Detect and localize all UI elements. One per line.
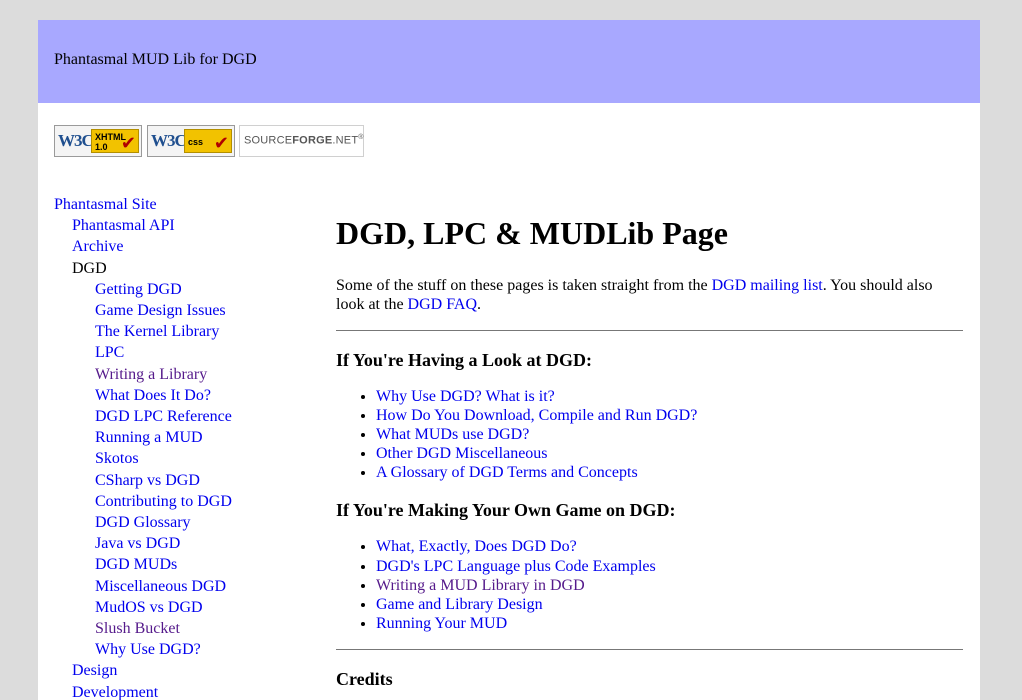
sidebar-item-phantasmal-site[interactable]: Phantasmal Site	[54, 194, 304, 215]
list-item: Why Use DGD? What is it?	[376, 387, 963, 406]
css-tag: css ✔	[184, 129, 232, 153]
checkmark-icon: ✔	[120, 133, 136, 153]
divider	[336, 648, 963, 650]
sidebar-item-archive[interactable]: Archive	[54, 236, 304, 257]
sidebar-item-contributing-to-dgd[interactable]: Contributing to DGD	[54, 491, 304, 512]
w3c-logo-icon: W3C	[151, 131, 187, 150]
sidebar-item-java-vs-dgd[interactable]: Java vs DGD	[54, 533, 304, 554]
page-title: DGD, LPC & MUDLib Page	[336, 215, 728, 251]
sidebar-item-what-does-it-do[interactable]: What Does It Do?	[54, 385, 304, 406]
sourceforge-logo: SOURCEFORGE.NET®	[244, 134, 364, 147]
sidebar-item-lpc[interactable]: LPC	[54, 342, 304, 363]
sf-part2: FORGE	[292, 134, 333, 147]
sidebar-item-mudos-vs-dgd[interactable]: MudOS vs DGD	[54, 597, 304, 618]
sidebar-item-dgd-glossary[interactable]: DGD Glossary	[54, 512, 304, 533]
intro-text: Some of the stuff on these pages is take…	[336, 277, 712, 294]
content-link-a-glossary-of-dgd-terms-and-concepts[interactable]: A Glossary of DGD Terms and Concepts	[376, 464, 638, 481]
list-item: Game and Library Design	[376, 595, 963, 614]
intro-paragraph: Some of the stuff on these pages is take…	[336, 276, 963, 314]
sidebar-nav: Phantasmal Site Phantasmal API Archive DGD G…	[54, 194, 304, 700]
sf-trademark: ®	[358, 134, 364, 141]
section-having-a-look: If You're Having a Look at DGD: Why Use …	[336, 349, 963, 482]
credits-heading: Credits	[336, 668, 393, 689]
list-item: A Glossary of DGD Terms and Concepts	[376, 463, 963, 482]
list-item: How Do You Download, Compile and Run DGD…	[376, 406, 963, 425]
page-container: Phantasmal MUD Lib for DGD W3C XHTML 1.0…	[38, 20, 980, 700]
sidebar-item-dgd-lpc-reference[interactable]: DGD LPC Reference	[54, 406, 304, 427]
link-list: Why Use DGD? What is it? How Do You Downl…	[336, 387, 963, 482]
sidebar-item-skotos[interactable]: Skotos	[54, 448, 304, 469]
content-link-running-your-mud[interactable]: Running Your MUD	[376, 615, 507, 632]
content-link-game-and-library-design[interactable]: Game and Library Design	[376, 596, 543, 613]
content-link-other-dgd-miscellaneous[interactable]: Other DGD Miscellaneous	[376, 445, 548, 462]
checkmark-icon: ✔	[213, 133, 229, 153]
content-link-how-do-you-download-compile-and-run-dgd[interactable]: How Do You Download, Compile and Run DGD…	[376, 407, 697, 424]
sidebar-item-development[interactable]: Development	[54, 682, 304, 700]
list-item: DGD's LPC Language plus Code Examples	[376, 557, 963, 576]
sidebar-item-dgd-muds[interactable]: DGD MUDs	[54, 554, 304, 575]
list-item: What MUDs use DGD?	[376, 425, 963, 444]
intro-text: .	[477, 296, 482, 313]
site-header: Phantasmal MUD Lib for DGD	[38, 20, 980, 103]
sidebar-item-getting-dgd[interactable]: Getting DGD	[54, 279, 304, 300]
sidebar-item-dgd: DGD	[72, 259, 107, 277]
css-label: css	[188, 137, 204, 147]
sidebar-item-writing-a-library[interactable]: Writing a Library	[54, 364, 304, 385]
sidebar-item-csharp-vs-dgd[interactable]: CSharp vs DGD	[54, 470, 304, 491]
sidebar-item-the-kernel-library[interactable]: The Kernel Library	[54, 321, 304, 342]
sourceforge-badge[interactable]: SOURCEFORGE.NET®	[239, 125, 364, 157]
xhtml-tag: XHTML 1.0 ✔	[91, 129, 139, 153]
section-heading: If You're Having a Look at DGD:	[336, 350, 593, 370]
link-list: What, Exactly, Does DGD Do? DGD's LPC Lan…	[336, 537, 963, 632]
list-item: What, Exactly, Does DGD Do?	[376, 537, 963, 556]
xhtml-version: 1.0	[95, 142, 108, 152]
sf-part3: .NET	[332, 134, 359, 147]
sidebar-item-game-design-issues[interactable]: Game Design Issues	[54, 300, 304, 321]
main-content: DGD, LPC & MUDLib Page Some of the stuff…	[336, 214, 963, 690]
content-link-what-muds-use-dgd[interactable]: What MUDs use DGD?	[376, 426, 529, 443]
site-title: Phantasmal MUD Lib for DGD	[54, 51, 257, 68]
sidebar-item-why-use-dgd[interactable]: Why Use DGD?	[54, 639, 304, 660]
w3c-xhtml-badge[interactable]: W3C XHTML 1.0 ✔	[54, 125, 142, 157]
dgd-mailing-list-link[interactable]: DGD mailing list	[712, 277, 823, 294]
list-item: Running Your MUD	[376, 614, 963, 633]
section-heading: If You're Making Your Own Game on DGD:	[336, 500, 676, 521]
sidebar-item-design[interactable]: Design	[54, 660, 304, 681]
w3c-css-badge[interactable]: W3C css ✔	[147, 125, 235, 157]
sidebar-item-miscellaneous-dgd[interactable]: Miscellaneous DGD	[54, 576, 304, 597]
content-link-writing-a-mud-library-in-dgd[interactable]: Writing a MUD Library in DGD	[376, 577, 585, 594]
dgd-faq-link[interactable]: DGD FAQ	[408, 296, 477, 313]
content-link-dgd-s-lpc-language-plus-code-examples[interactable]: DGD's LPC Language plus Code Examples	[376, 558, 656, 575]
section-making-own-game: If You're Making Your Own Game on DGD: W…	[336, 499, 963, 632]
sidebar-item-phantasmal-api[interactable]: Phantasmal API	[54, 215, 304, 236]
content-link-why-use-dgd-what-is-it[interactable]: Why Use DGD? What is it?	[376, 388, 555, 405]
list-item: Writing a MUD Library in DGD	[376, 576, 963, 595]
list-item: Other DGD Miscellaneous	[376, 444, 963, 463]
content-link-what-exactly-does-dgd-do[interactable]: What, Exactly, Does DGD Do?	[376, 538, 577, 555]
divider	[336, 330, 963, 331]
w3c-logo-icon: W3C	[58, 131, 94, 150]
sidebar-item-slush-bucket[interactable]: Slush Bucket	[54, 618, 304, 639]
sidebar-item-running-a-mud[interactable]: Running a MUD	[54, 427, 304, 448]
sf-part1: SOURCE	[244, 134, 293, 147]
